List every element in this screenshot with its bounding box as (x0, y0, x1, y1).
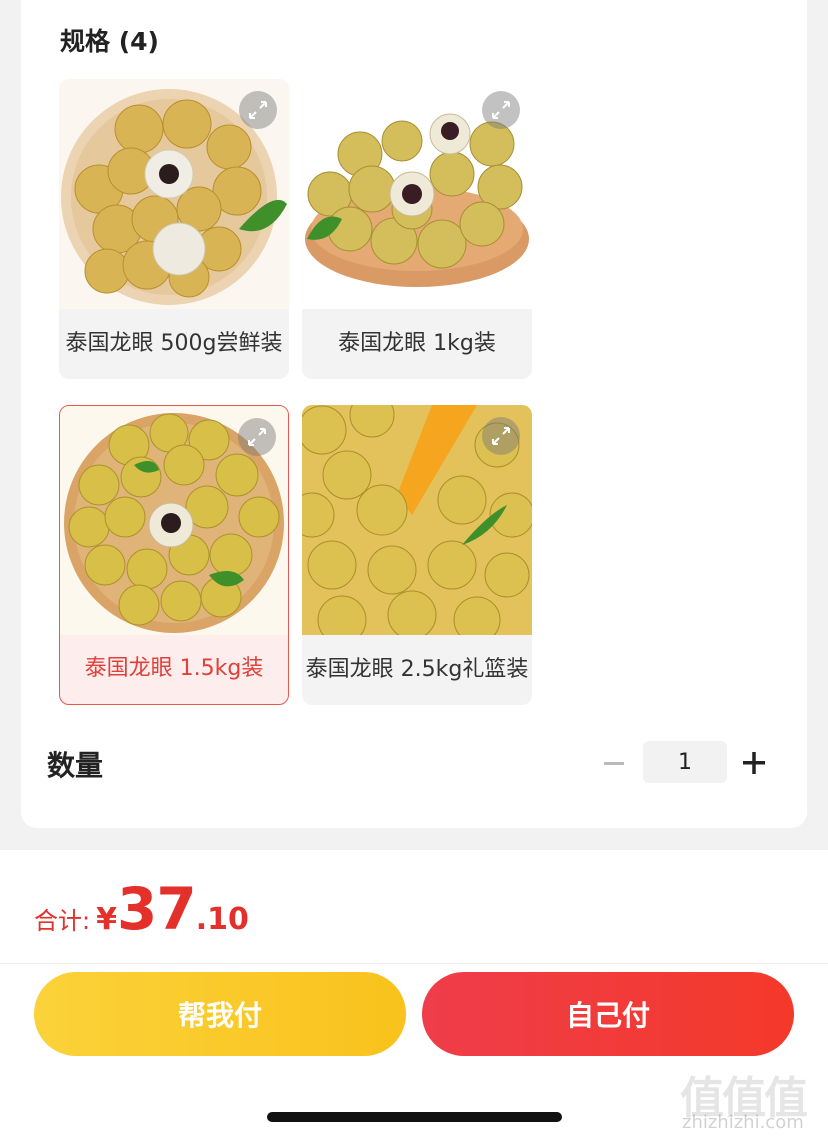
spec-option-1kg[interactable]: 泰国龙眼 1kg装 (302, 79, 532, 379)
self-pay-button[interactable]: 自己付 (422, 972, 794, 1056)
help-pay-button[interactable]: 帮我付 (34, 972, 406, 1056)
spec-option-label: 泰国龙眼 1kg装 (338, 331, 496, 356)
plus-icon[interactable] (735, 744, 773, 782)
zoom-icon[interactable] (238, 418, 276, 456)
price-decimal: .10 (195, 902, 249, 937)
currency-symbol: ¥ (96, 902, 117, 937)
price-integer: 37 (116, 875, 197, 943)
watermark-site: zhizhizhi.com (682, 1112, 804, 1133)
spec-option-label: 泰国龙眼 2.5kg礼篮装 (305, 657, 529, 682)
spec-option-label: 泰国龙眼 1.5kg装 (84, 656, 264, 682)
spec-option-label: 泰国龙眼 500g尝鲜装 (65, 331, 283, 356)
spec-option-1-5kg[interactable]: 泰国龙眼 1.5kg装 (59, 405, 289, 705)
minus-icon[interactable] (596, 746, 632, 782)
zoom-icon[interactable] (239, 91, 277, 129)
total-label: 合计: (34, 907, 91, 935)
checkout-bar: 合计: ¥37.10 帮我付 自己付 值值值 zhizhizhi.com (0, 850, 828, 1140)
watermark-logo: 值值值 zhizhizhi.com (676, 1062, 826, 1140)
spec-title: 规格 (4) (60, 27, 159, 56)
total-price: 合计: ¥37.10 (34, 875, 249, 943)
spec-option-2-5kg[interactable]: 泰国龙眼 2.5kg礼篮装 (302, 405, 532, 705)
quantity-label: 数量 (47, 749, 104, 782)
divider (0, 963, 828, 964)
home-indicator[interactable] (267, 1112, 562, 1122)
quantity-stepper[interactable]: 1 (643, 741, 727, 783)
zoom-icon[interactable] (482, 91, 520, 129)
zoom-icon[interactable] (482, 417, 520, 455)
spec-option-500g[interactable]: 泰国龙眼 500g尝鲜装 (59, 79, 289, 379)
